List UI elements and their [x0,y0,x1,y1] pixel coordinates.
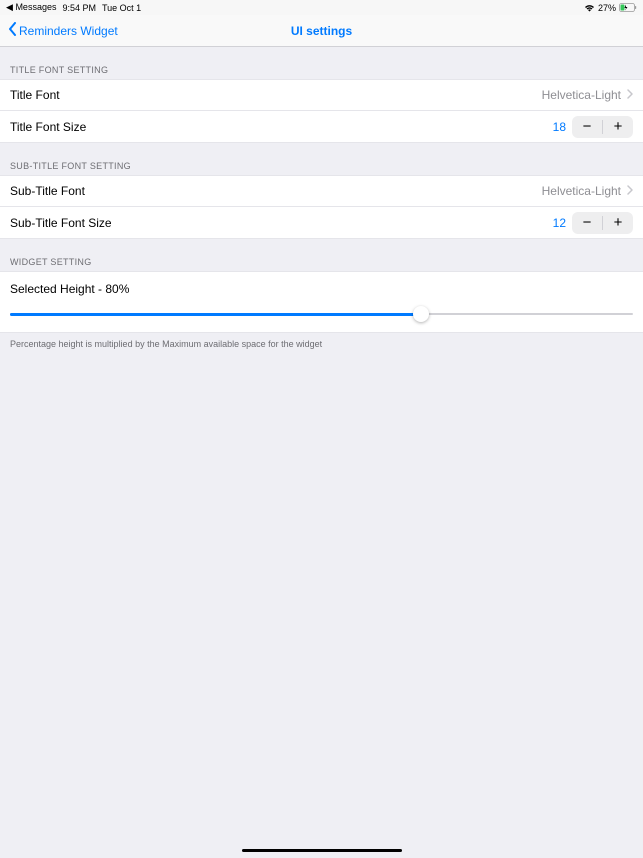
subtitle-font-size-label: Sub-Title Font Size [10,216,553,230]
subtitle-font-row[interactable]: Sub-Title Font Helvetica-Light [0,175,643,207]
status-bar: ◀ Messages 9:54 PM Tue Oct 1 27% [0,0,643,15]
back-app-label: Messages [15,2,56,12]
widget-section-footer: Percentage height is multiplied by the M… [0,333,643,355]
subtitle-font-size-value: 12 [553,216,566,230]
section-header-widget: WIDGET SETTING [0,239,643,271]
nav-back-button[interactable]: Reminders Widget [8,22,118,39]
status-date: Tue Oct 1 [102,3,141,13]
subtitle-font-size-stepper: − + [572,212,633,234]
title-font-row[interactable]: Title Font Helvetica-Light [0,79,643,111]
stepper-minus-button[interactable]: − [572,212,602,234]
nav-bar: Reminders Widget UI settings [0,15,643,47]
section-header-subtitle-font: SUB-TITLE FONT SETTING [0,143,643,175]
wifi-icon [584,4,595,12]
widget-height-row: Selected Height - 80% [0,271,643,333]
widget-height-label: Selected Height - 80% [10,282,633,296]
section-header-title-font: TITLE FONT SETTING [0,47,643,79]
stepper-plus-button[interactable]: + [603,212,633,234]
stepper-plus-button[interactable]: + [603,116,633,138]
battery-percent: 27% [598,3,616,13]
subtitle-font-label: Sub-Title Font [10,184,542,198]
slider-track-fill [10,313,421,316]
chevron-right-icon [627,184,633,198]
breadcrumb-back-app[interactable]: ◀ Messages [6,2,56,13]
stepper-minus-button[interactable]: − [572,116,602,138]
widget-height-slider[interactable] [10,306,633,322]
chevron-right-icon [627,88,633,102]
slider-thumb[interactable] [413,306,429,322]
title-font-size-stepper: − + [572,116,633,138]
nav-back-label: Reminders Widget [19,24,118,38]
title-font-size-label: Title Font Size [10,120,553,134]
title-font-size-row: Title Font Size 18 − + [0,111,643,143]
subtitle-font-size-row: Sub-Title Font Size 12 − + [0,207,643,239]
home-indicator[interactable] [242,849,402,852]
back-arrow-icon: ◀ [6,2,13,12]
status-time: 9:54 PM [62,3,96,13]
battery-icon [619,3,637,12]
title-font-value: Helvetica-Light [542,88,621,102]
title-font-label: Title Font [10,88,542,102]
page-title: UI settings [291,24,352,38]
title-font-size-value: 18 [553,120,566,134]
chevron-left-icon [8,22,17,39]
subtitle-font-value: Helvetica-Light [542,184,621,198]
